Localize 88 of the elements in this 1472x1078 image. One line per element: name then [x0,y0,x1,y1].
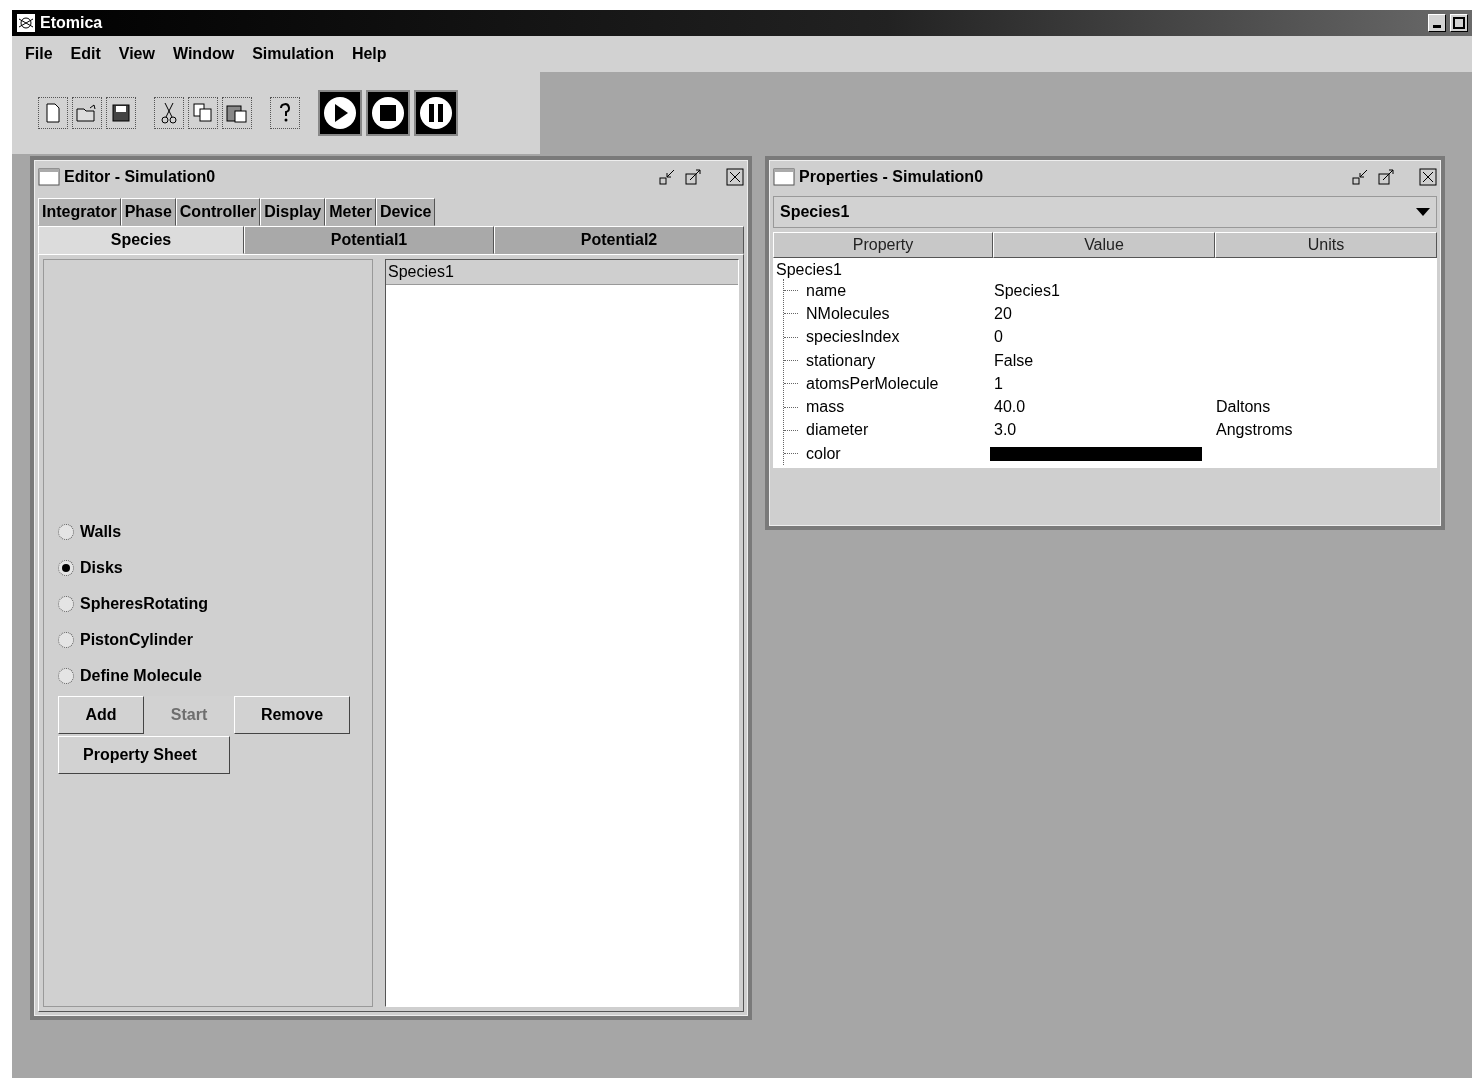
tab[interactable]: Controller [175,198,261,226]
maximize-button[interactable] [1450,14,1468,32]
column-header[interactable]: Property [773,232,993,258]
page-icon [45,103,61,123]
property-value[interactable]: 20 [994,304,1216,323]
property-units: Daltons [1216,398,1272,417]
list-item[interactable]: Species1 [386,260,738,285]
radio-option[interactable]: Walls [58,514,358,550]
radio-option[interactable]: SpheresRotating [58,586,358,622]
radio-icon[interactable] [58,560,74,576]
copy-icon [193,103,213,123]
property-name: NMolecules [806,304,890,323]
cut-button[interactable] [154,97,184,129]
dropdown-arrow-icon [1416,208,1430,216]
window-title: Etomica [40,14,104,32]
menu-item[interactable]: View [109,45,164,63]
property-value[interactable]: 1 [994,374,1216,393]
new-file-button[interactable] [38,97,68,129]
property-value[interactable]: Species1 [994,281,1216,300]
radio-icon[interactable] [58,596,74,612]
radio-icon[interactable] [58,524,74,540]
paste-icon [226,103,248,123]
property-value[interactable]: 0 [994,328,1216,347]
minimize-icon [658,168,676,186]
menu-item[interactable]: Edit [61,45,110,63]
column-header[interactable]: Value [993,232,1215,258]
tab[interactable]: Phase [120,198,176,226]
menu-item[interactable]: Help [342,45,396,63]
stop-icon [370,95,406,131]
action-button[interactable]: Remove [234,696,350,734]
close-icon [1419,168,1437,186]
stop-button[interactable] [366,90,410,136]
property-name: speciesIndex [806,328,900,347]
property-value[interactable]: 40.0 [994,398,1216,417]
action-button[interactable]: Add [58,696,144,734]
property-name: color [806,444,841,463]
pause-button[interactable] [414,90,458,136]
copy-button[interactable] [188,97,218,129]
radio-option[interactable]: Define Molecule [58,658,358,694]
save-button[interactable] [106,97,136,129]
species-dropdown[interactable]: Species1 [773,196,1437,228]
property-units: Angstroms [1216,421,1294,440]
scissors-icon [161,102,177,124]
minimize-icon [1351,168,1369,186]
tree-node[interactable]: Species1 [776,261,842,278]
property-name: mass [806,398,845,417]
property-value[interactable]: 3.0 [994,421,1216,440]
maximize-icon [1377,168,1395,186]
property-name: atomsPerMolecule [806,374,939,393]
editor-title: Editor - Simulation0 [64,168,217,186]
minimize-icon [1433,24,1441,28]
property-value[interactable]: False [994,351,1216,370]
radio-option[interactable]: PistonCylinder [58,622,358,658]
tab[interactable]: Meter [325,198,376,226]
tab[interactable]: Potential2 [494,226,744,254]
properties-title: Properties - Simulation0 [799,168,985,186]
question-mark-icon [278,102,292,124]
radio-option[interactable]: Disks [58,550,358,586]
help-button[interactable] [270,97,300,129]
property-name: stationary [806,351,876,370]
paste-button[interactable] [222,97,252,129]
menu-item[interactable]: Simulation [243,45,343,63]
maximize-icon [684,168,702,186]
column-header[interactable]: Units [1215,232,1437,258]
window-icon [773,167,795,187]
tab[interactable]: Display [260,198,326,226]
radio-icon[interactable] [58,668,74,684]
play-icon [322,95,358,131]
tab[interactable]: Potential1 [244,226,494,254]
maximize-icon [1453,17,1465,29]
folder-icon [76,104,98,122]
radio-icon[interactable] [58,632,74,648]
menu-item[interactable]: Window [163,45,244,63]
menu-item[interactable]: File [16,45,62,63]
tab[interactable]: Species [38,226,244,254]
property-name: diameter [806,421,869,440]
pause-icon [418,95,454,131]
tab[interactable]: Device [375,198,436,226]
minimize-button[interactable] [1428,14,1446,32]
app-icon [16,13,36,33]
property-name: name [806,281,847,300]
open-folder-button[interactable] [72,97,102,129]
color-swatch[interactable] [990,446,1202,461]
close-icon [726,168,744,186]
play-button[interactable] [318,90,362,136]
window-icon [38,167,60,187]
property-sheet-button[interactable]: Property Sheet [58,736,230,774]
tab[interactable]: Integrator [38,198,121,226]
